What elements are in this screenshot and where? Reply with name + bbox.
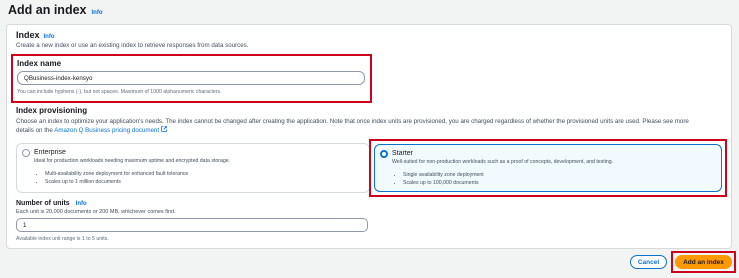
starter-highlight: Starter Well-suited for non-production w… [369, 139, 727, 197]
index-name-highlight: Index name QBusiness-index-kensyo You ca… [11, 54, 372, 103]
provisioning-description-text: Choose an index to optimize your applica… [16, 118, 689, 125]
starter-description: Well-suited for non-production workloads… [392, 159, 614, 165]
enterprise-feature: Scales up to 1 million documents [45, 179, 188, 185]
units-info-link[interactable]: Info [76, 201, 87, 207]
provisioning-title: Index provisioning [16, 106, 88, 115]
add-index-button[interactable]: Add an index [675, 255, 732, 269]
index-name-label: Index name [17, 59, 62, 68]
starter-title: Starter [392, 150, 414, 157]
starter-radio[interactable] [380, 150, 388, 158]
pricing-link[interactable]: Amazon Q Business pricing document [54, 127, 159, 134]
units-input[interactable]: 1 [16, 218, 368, 232]
units-hint: Available index unit range is 1 to 5 uni… [16, 236, 109, 242]
units-header: Number of units Info [16, 200, 87, 207]
enterprise-option-card[interactable]: Enterprise Ideal for production workload… [16, 143, 370, 193]
index-name-input[interactable]: QBusiness-index-kensyo [17, 71, 365, 85]
starter-features: Single availability zone deployment Scal… [403, 172, 484, 188]
starter-feature: Scales up to 100,000 documents [403, 180, 484, 186]
provisioning-description-prefix: details on the [16, 127, 55, 135]
enterprise-feature: Multi-availability zone deployment for e… [45, 171, 188, 177]
index-section-description: Create a new index or use an existing in… [16, 42, 249, 49]
page-title: Add an index [8, 3, 87, 17]
page-header: Add an index Info [8, 3, 102, 17]
index-section-header: Index Info [16, 30, 55, 40]
enterprise-description: Ideal for production workloads needing m… [34, 158, 231, 164]
index-section-title: Index [16, 30, 40, 40]
external-link-icon [161, 126, 167, 135]
enterprise-title: Enterprise [34, 149, 66, 156]
enterprise-radio[interactable] [22, 149, 30, 157]
cancel-button[interactable]: Cancel [630, 255, 667, 269]
units-label: Number of units [16, 200, 70, 207]
index-name-value: QBusiness-index-kensyo [24, 74, 93, 82]
page-info-link[interactable]: Info [91, 10, 102, 16]
enterprise-features: Multi-availability zone deployment for e… [45, 171, 188, 187]
index-info-link[interactable]: Info [44, 34, 55, 40]
index-name-hint: You can include hyphens (-), but not spa… [17, 89, 222, 95]
units-value: 1 [23, 221, 27, 229]
starter-feature: Single availability zone deployment [403, 172, 484, 178]
starter-option-card[interactable]: Starter Well-suited for non-production w… [374, 144, 722, 192]
index-panel: Index Info Create a new index or use an … [6, 24, 732, 249]
provisioning-description: Choose an index to optimize your applica… [16, 117, 728, 135]
units-description: Each unit is 20,000 documents or 200 MB,… [16, 209, 176, 215]
